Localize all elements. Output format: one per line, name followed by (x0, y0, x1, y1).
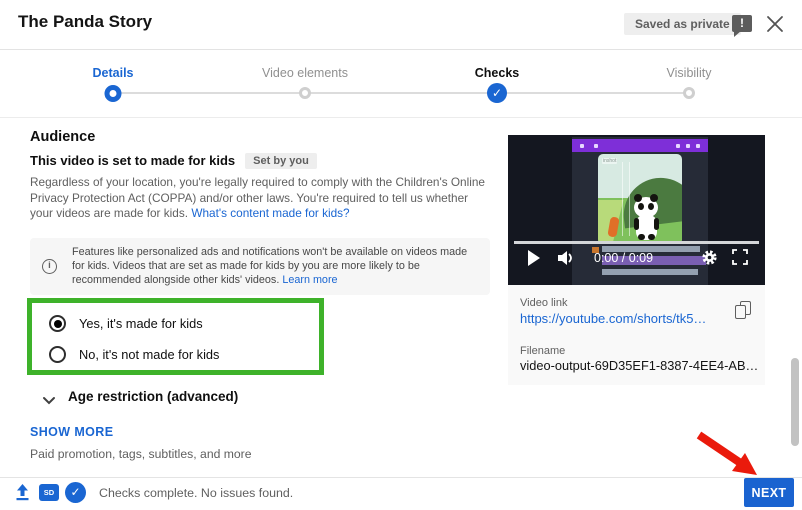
video-content-frame: inshot (598, 154, 682, 244)
made-for-kids-text: This video is set to made for kids (30, 153, 236, 168)
show-more-hint: Paid promotion, tags, subtitles, and mor… (30, 447, 252, 461)
radio-no-label: No, it's not made for kids (79, 347, 220, 362)
info-box: i Features like personalized ads and not… (30, 238, 490, 295)
radio-no-not-made-for-kids[interactable]: No, it's not made for kids (49, 346, 219, 363)
page-title: The Panda Story (18, 12, 153, 31)
filename-label: Filename (520, 345, 566, 357)
step-label: Video elements (262, 66, 348, 80)
checks-complete-icon: ✓ (65, 482, 86, 503)
step-circle-video-elements[interactable] (299, 87, 311, 99)
panda-head-graphic (634, 194, 658, 218)
coppa-paragraph: Regardless of your location, you're lega… (30, 175, 492, 222)
step-circle-details[interactable] (104, 85, 122, 102)
coppa-help-link[interactable]: What's content made for kids? (191, 206, 349, 220)
stepper-divider (0, 117, 802, 118)
fullscreen-icon[interactable] (732, 249, 748, 270)
scrollbar-thumb[interactable] (791, 358, 799, 446)
player-progress-bar[interactable] (514, 241, 759, 244)
feedback-icon[interactable]: ! (732, 15, 752, 37)
info-text: Features like personalized ads and notif… (72, 246, 476, 288)
play-icon[interactable] (528, 250, 540, 266)
next-button[interactable]: NEXT (744, 478, 794, 507)
video-link-url[interactable]: https://youtube.com/shorts/tk5… (520, 311, 706, 326)
radio-unselected-icon[interactable] (49, 346, 66, 363)
learn-more-link[interactable]: Learn more (282, 274, 337, 286)
upload-icon (13, 483, 32, 507)
timeline-bar (602, 269, 698, 275)
upload-dialog: The Panda Story Saved as private ! Detai… (0, 0, 802, 510)
tab-visibility[interactable]: Visibility (667, 64, 712, 82)
close-icon[interactable] (764, 13, 786, 35)
step-circle-checks[interactable]: ✓ (487, 83, 507, 103)
filename-value: video-output-69D35EF1-8387-4EE4-AB… (520, 358, 759, 373)
video-preview-card: inshot 0:00 / 0:09 Video link https://yo… (508, 135, 765, 385)
age-restriction-toggle[interactable]: Age restriction (advanced) (68, 389, 238, 404)
video-player[interactable]: inshot 0:00 / 0:09 (508, 135, 765, 285)
radio-selected-icon[interactable] (49, 315, 66, 332)
set-by-you-badge: Set by you (245, 153, 317, 169)
player-time: 0:00 / 0:09 (594, 251, 654, 265)
audience-heading: Audience (30, 129, 96, 145)
header-divider (0, 49, 802, 50)
info-text-body: Features like personalized ads and notif… (72, 246, 468, 286)
radio-yes-made-for-kids[interactable]: Yes, it's made for kids (49, 315, 203, 332)
copy-icon[interactable] (734, 301, 754, 323)
video-content-editor-bar (572, 139, 708, 152)
video-link-label: Video link (520, 297, 568, 309)
made-for-kids-status: This video is set to made for kids Set by… (30, 153, 317, 170)
settings-gear-icon[interactable] (701, 249, 718, 271)
footer-divider (0, 477, 802, 478)
video-watermark: inshot (602, 158, 618, 164)
show-more-button[interactable]: SHOW MORE (30, 425, 113, 439)
step-circle-visibility[interactable] (683, 87, 695, 99)
tab-details[interactable]: Details (93, 64, 134, 82)
info-icon: i (42, 259, 57, 274)
step-label: Checks (474, 66, 520, 80)
saved-status-badge[interactable]: Saved as private (624, 13, 741, 35)
annotation-green-box: Yes, it's made for kids No, it's not mad… (27, 298, 324, 375)
tab-video-elements[interactable]: Video elements (262, 64, 348, 82)
stepper-line (113, 92, 689, 94)
volume-icon[interactable] (557, 250, 577, 271)
checks-status-text: Checks complete. No issues found. (99, 486, 294, 500)
step-label: Visibility (666, 66, 712, 80)
sd-quality-icon: SD (39, 484, 59, 501)
panda-graphic (634, 215, 659, 240)
chevron-down-icon[interactable] (42, 392, 56, 410)
radio-yes-label: Yes, it's made for kids (79, 316, 203, 331)
tab-checks[interactable]: Checks (475, 64, 519, 82)
step-label: Details (92, 66, 134, 80)
